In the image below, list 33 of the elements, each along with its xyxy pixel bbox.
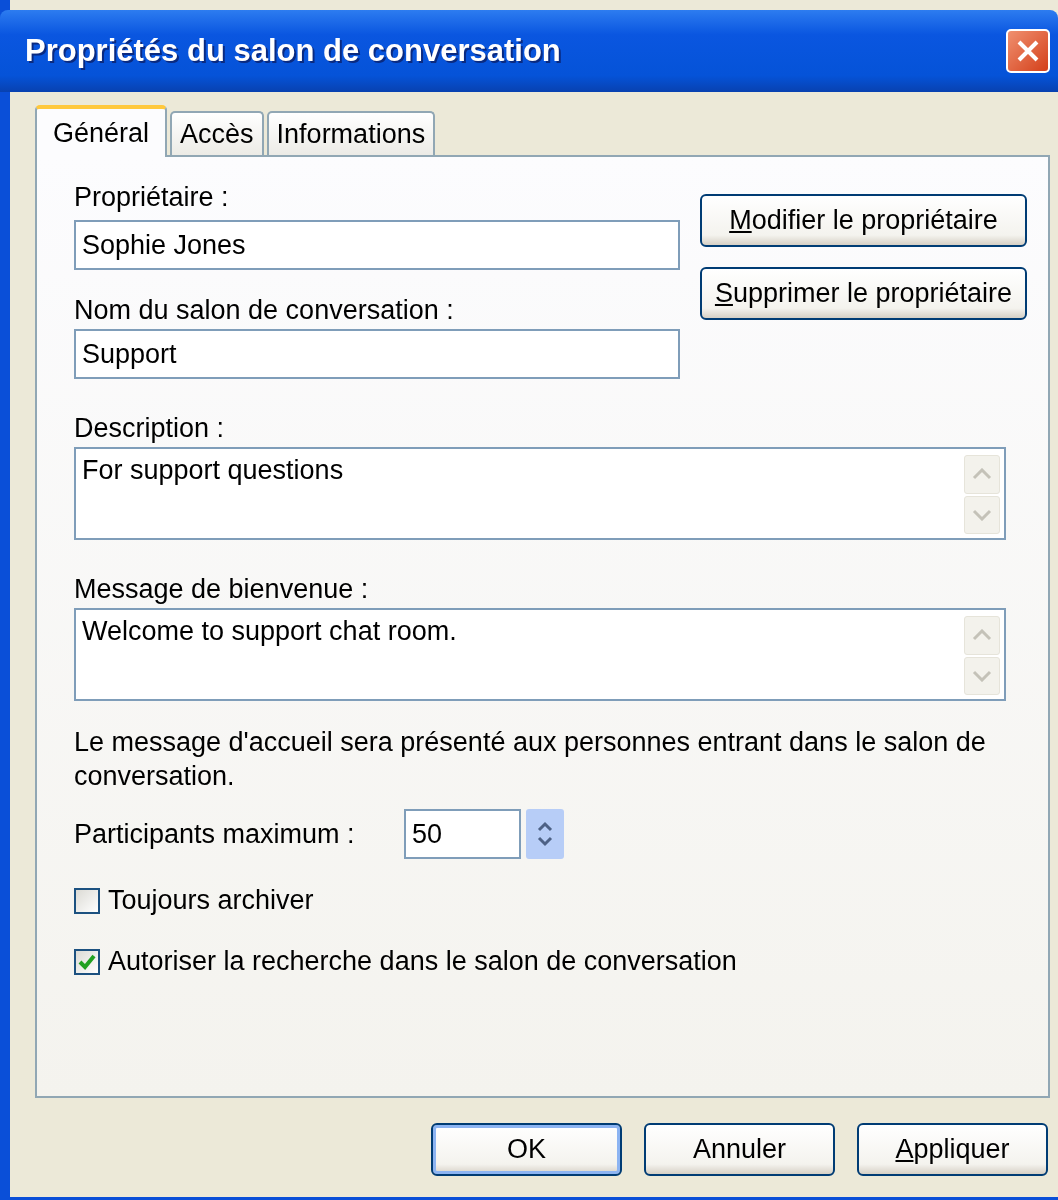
- text-area-value: Welcome to support chat room.: [82, 616, 457, 648]
- dialog-button[interactable]: Annuler: [644, 1123, 835, 1176]
- checkbox[interactable]: [74, 887, 100, 914]
- owner-button[interactable]: Modifier le propriétaire: [700, 194, 1027, 247]
- field-label: Message de bienvenue :: [74, 574, 370, 606]
- checkbox-label: Toujours archiver: [108, 885, 314, 916]
- chevron-up-icon: [972, 629, 992, 642]
- field-label: Description :: [74, 413, 226, 445]
- spin-button[interactable]: [526, 809, 564, 859]
- close-icon: [1016, 39, 1040, 63]
- field-label: Propriétaire :: [74, 182, 230, 214]
- owner-button[interactable]: Supprimer le propriétaire: [700, 267, 1027, 320]
- checkbox-label: Autoriser la recherche dans le salon de conversation: [108, 946, 737, 977]
- dialog-button[interactable]: OK: [431, 1123, 622, 1176]
- chevron-down-icon: [972, 508, 992, 521]
- chevron-up-icon: [972, 468, 992, 481]
- help-text: Le message d'accueil sera présenté aux personnes entrant dans le salon de conversation.: [74, 726, 987, 793]
- tab[interactable]: Informations: [266, 111, 436, 155]
- text-area-value: For support questions: [82, 455, 344, 487]
- field-label: Nom du salon de conversation :: [74, 295, 455, 327]
- input-field[interactable]: Support: [74, 329, 680, 379]
- close-button[interactable]: [1006, 29, 1050, 73]
- up-down-arrows-icon: [535, 819, 555, 849]
- field-label: Participants maximum :: [74, 818, 356, 850]
- number-field[interactable]: 50: [404, 809, 521, 859]
- checkmark-icon: [78, 953, 96, 970]
- input-field[interactable]: Sophie Jones: [74, 220, 680, 270]
- window-title: Propriétés du salon de conversation: [25, 33, 561, 69]
- dialog-button[interactable]: Appliquer: [857, 1123, 1048, 1176]
- checkbox[interactable]: [74, 948, 100, 975]
- tab[interactable]: Accès: [170, 111, 264, 155]
- chevron-down-icon: [972, 669, 992, 682]
- tab[interactable]: Général: [35, 105, 168, 157]
